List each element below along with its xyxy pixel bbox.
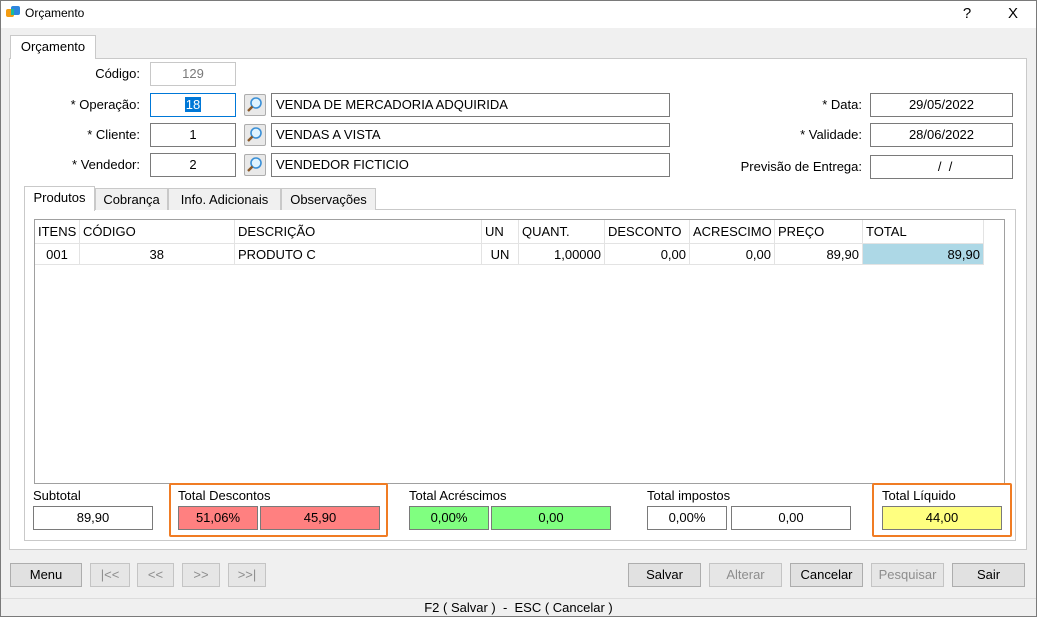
table-cell-preco[interactable]: 89,90 <box>775 244 863 265</box>
last-record-button[interactable]: >>| <box>228 563 266 587</box>
next-record-button[interactable]: >> <box>182 563 220 587</box>
table-cell-quant[interactable]: 1,00000 <box>519 244 605 265</box>
cliente-lookup-button[interactable] <box>244 124 266 146</box>
tab-cobranca[interactable]: Cobrança <box>95 188 168 210</box>
descontos-value: 45,90 <box>260 506 380 530</box>
data-label: * Data: <box>822 97 862 112</box>
window-title: Orçamento <box>25 6 85 20</box>
cliente-code-input[interactable]: 1 <box>150 123 236 147</box>
acrescimos-value: 0,00 <box>491 506 611 530</box>
magnifier-icon <box>247 127 262 142</box>
vendedor-code-input[interactable]: 2 <box>150 153 236 177</box>
vendedor-lookup-button[interactable] <box>244 154 266 176</box>
magnifier-icon <box>247 97 262 112</box>
column-header-un[interactable]: UN <box>482 220 519 244</box>
column-header-desconto[interactable]: DESCONTO <box>605 220 690 244</box>
acrescimos-label: Total Acréscimos <box>409 488 507 503</box>
operacao-code-input[interactable]: 18 <box>150 93 236 117</box>
app-logo-icon <box>6 6 20 17</box>
column-header-itens[interactable]: ITENS <box>35 220 80 244</box>
operacao-lookup-button[interactable] <box>244 94 266 116</box>
acrescimos-percent: 0,00% <box>409 506 489 530</box>
table-cell-codigo[interactable]: 38 <box>80 244 235 265</box>
alterar-button[interactable]: Alterar <box>709 563 782 587</box>
column-header-quant[interactable]: QUANT. <box>519 220 605 244</box>
status-bar: F2 ( Salvar ) - ESC ( Cancelar ) <box>0 598 1037 616</box>
descontos-percent: 51,06% <box>178 506 258 530</box>
salvar-button[interactable]: Salvar <box>628 563 701 587</box>
data-input[interactable]: 29/05/2022 <box>870 93 1013 117</box>
liquido-value: 44,00 <box>882 506 1002 530</box>
tab-observacoes[interactable]: Observações <box>281 188 376 210</box>
help-button[interactable]: ? <box>952 4 982 24</box>
table-cell-descricao[interactable]: PRODUTO C <box>235 244 482 265</box>
tab-orcamento[interactable]: Orçamento <box>10 35 96 59</box>
impostos-label: Total impostos <box>647 488 731 503</box>
previsao-input[interactable]: / / <box>870 155 1013 179</box>
tab-info-adicionais[interactable]: Info. Adicionais <box>168 188 281 210</box>
previous-record-button[interactable]: << <box>137 563 174 587</box>
close-button[interactable]: X <box>998 4 1028 24</box>
items-grid[interactable]: ITENS CÓDIGO DESCRIÇÃO UN QUANT. DESCONT… <box>34 219 1005 484</box>
table-cell-itens[interactable]: 001 <box>35 244 80 265</box>
impostos-value: 0,00 <box>731 506 851 530</box>
column-header-preco[interactable]: PREÇO <box>775 220 863 244</box>
previsao-label: Previsão de Entrega: <box>740 159 862 174</box>
descontos-label: Total Descontos <box>178 488 271 503</box>
sair-button[interactable]: Sair <box>952 563 1025 587</box>
pesquisar-button[interactable]: Pesquisar <box>871 563 944 587</box>
title-bar <box>0 0 1037 28</box>
table-cell-total[interactable]: 89,90 <box>863 244 984 265</box>
column-header-acrescimo[interactable]: ACRESCIMO <box>690 220 775 244</box>
magnifier-icon <box>247 157 262 172</box>
cliente-description: VENDAS A VISTA <box>271 123 670 147</box>
vendedor-description: VENDEDOR FICTICIO <box>271 153 670 177</box>
tab-produtos[interactable]: Produtos <box>24 186 95 211</box>
menu-button[interactable]: Menu <box>10 563 82 587</box>
table-cell-desconto[interactable]: 0,00 <box>605 244 690 265</box>
table-cell-un[interactable]: UN <box>482 244 519 265</box>
liquido-label: Total Líquido <box>882 488 956 503</box>
subtotal-value: 89,90 <box>33 506 153 530</box>
first-record-button[interactable]: |<< <box>90 563 130 587</box>
validade-input[interactable]: 28/06/2022 <box>870 123 1013 147</box>
operacao-label: * Operação: <box>70 97 140 112</box>
subtotal-label: Subtotal <box>33 488 81 503</box>
impostos-percent: 0,00% <box>647 506 727 530</box>
column-header-codigo[interactable]: CÓDIGO <box>80 220 235 244</box>
codigo-field: 129 <box>150 62 236 86</box>
codigo-label: Código: <box>95 66 140 81</box>
table-cell-acrescimo[interactable]: 0,00 <box>690 244 775 265</box>
cliente-label: * Cliente: <box>87 127 140 142</box>
operacao-description: VENDA DE MERCADORIA ADQUIRIDA <box>271 93 670 117</box>
cancelar-button[interactable]: Cancelar <box>790 563 863 587</box>
column-header-descricao[interactable]: DESCRIÇÃO <box>235 220 482 244</box>
column-header-total[interactable]: TOTAL <box>863 220 984 244</box>
vendedor-label: * Vendedor: <box>72 157 140 172</box>
operacao-code-selected: 18 <box>184 97 202 112</box>
validade-label: * Validade: <box>800 127 862 142</box>
